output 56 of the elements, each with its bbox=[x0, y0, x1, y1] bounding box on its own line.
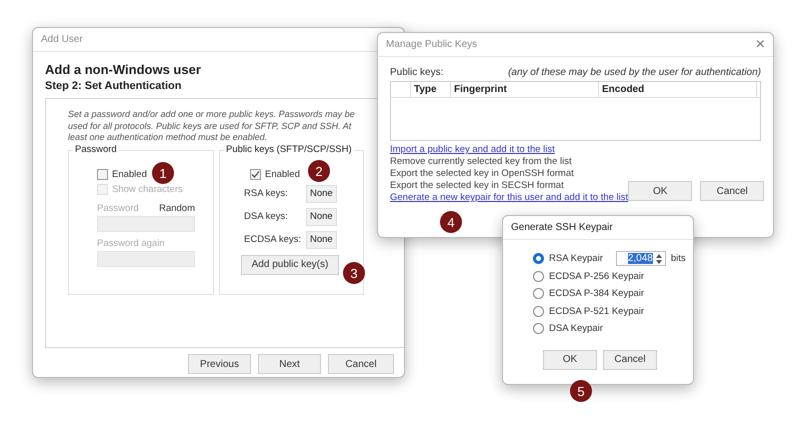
dialog-button[interactable]: Cancel bbox=[700, 181, 764, 201]
bits-spinner[interactable]: 2,048 bbox=[616, 251, 666, 266]
action-text: Export the selected key in OpenSSH format bbox=[390, 168, 575, 179]
page-heading: Add a non-Windows user bbox=[45, 62, 201, 77]
radio-label: ECDSA P-384 Keypair bbox=[549, 288, 644, 300]
radio-button[interactable] bbox=[533, 253, 544, 264]
key-type-label: DSA keys: bbox=[244, 211, 289, 222]
step-title: Step 2: Set Authentication bbox=[45, 80, 182, 92]
window-title: Add User bbox=[41, 34, 83, 45]
key-type-label: RSA keys: bbox=[244, 188, 289, 199]
dialog-button[interactable]: Cancel bbox=[603, 350, 657, 370]
radio-label: ECDSA P-521 Keypair bbox=[549, 306, 644, 317]
dialog-button[interactable]: OK bbox=[628, 181, 692, 201]
dialog-button[interactable]: OK bbox=[543, 350, 597, 370]
dialog-button[interactable]: Previous bbox=[188, 354, 251, 374]
key-count-button[interactable]: None bbox=[306, 208, 337, 226]
radio-label: RSA Keypair bbox=[549, 253, 603, 264]
radio-button[interactable] bbox=[533, 288, 544, 300]
action-link[interactable]: Generate a new keypair for this user and add it to the list bbox=[390, 192, 628, 203]
radio-button[interactable] bbox=[533, 323, 544, 334]
field-label: Password bbox=[97, 202, 139, 214]
instructions: Set a password and/or add one or more public keys. Passwords may be used for all protocols. Public keys are used for SFTP, SCP and SSH. At least one authentication method must be enabled. bbox=[68, 109, 356, 144]
key-count-button[interactable]: None bbox=[306, 184, 337, 202]
password-field[interactable] bbox=[97, 250, 195, 266]
group-label: Password bbox=[73, 144, 119, 154]
random-label: Random bbox=[159, 202, 195, 214]
add-key-button[interactable]: Add public key(s) bbox=[241, 254, 339, 274]
field-label: Password again bbox=[97, 238, 165, 248]
dialog-button[interactable]: Next bbox=[258, 354, 321, 374]
radio-label: ECDSA P-256 Keypair bbox=[549, 270, 644, 282]
window-title: Generate SSH Keypair bbox=[511, 222, 613, 233]
key-count-button[interactable]: None bbox=[306, 230, 337, 248]
radio-button[interactable] bbox=[533, 270, 544, 282]
list-label: Public keys: bbox=[390, 67, 444, 78]
column-header[interactable]: Type bbox=[411, 82, 451, 97]
bits-unit: bits bbox=[670, 253, 686, 264]
column-header[interactable]: Fingerprint bbox=[451, 82, 599, 97]
checkbox-label: Enabled bbox=[112, 168, 147, 180]
hint-text: (any of these may be used by the user for authentication) bbox=[508, 67, 761, 78]
action-text: Remove currently selected key from the list bbox=[390, 156, 573, 167]
window-title: Manage Public Keys bbox=[386, 39, 478, 50]
dialog-button[interactable]: Cancel bbox=[328, 354, 394, 374]
checkbox[interactable] bbox=[97, 168, 108, 180]
checkbox[interactable] bbox=[250, 168, 261, 180]
password-field[interactable] bbox=[97, 216, 195, 232]
checkbox-label: Show characters bbox=[112, 184, 183, 194]
checkbox-label: Enabled bbox=[265, 168, 300, 180]
radio-label: DSA Keypair bbox=[549, 323, 603, 334]
action-text: Export the selected key in SECSH format bbox=[390, 180, 565, 191]
column-header[interactable]: Encoded bbox=[599, 82, 757, 97]
radio-button[interactable] bbox=[533, 306, 544, 317]
close-icon[interactable]: × bbox=[756, 36, 765, 54]
action-link[interactable]: Import a public key and add it to the list bbox=[390, 144, 628, 155]
step-badge: 5 bbox=[570, 380, 592, 402]
key-type-label: ECDSA keys: bbox=[244, 234, 302, 245]
group-label: Public keys (SFTP/SCP/SSH) bbox=[224, 144, 354, 154]
